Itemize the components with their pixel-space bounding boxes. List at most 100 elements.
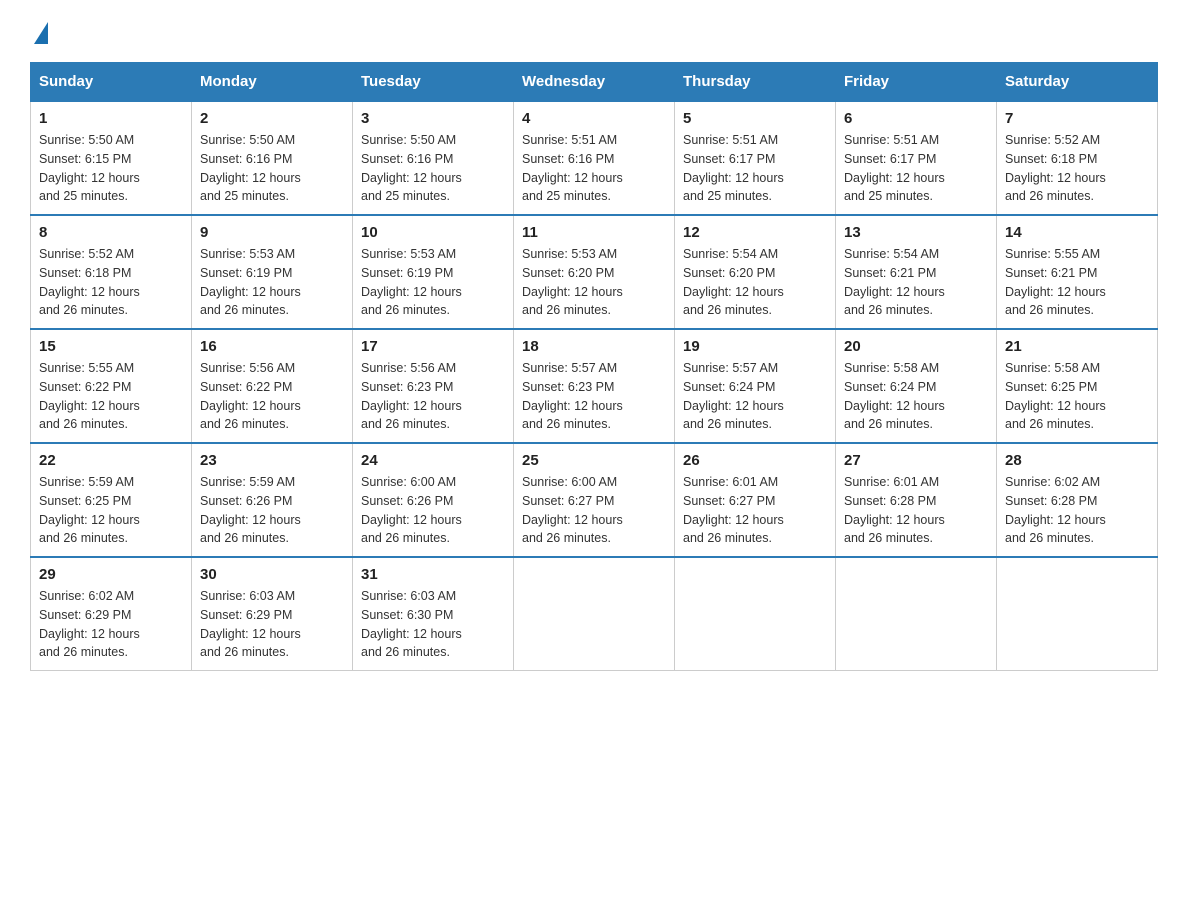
- day-number: 16: [200, 338, 344, 355]
- calendar-cell: 22 Sunrise: 5:59 AMSunset: 6:25 PMDaylig…: [31, 443, 192, 557]
- day-number: 14: [1005, 224, 1149, 241]
- calendar-cell: 9 Sunrise: 5:53 AMSunset: 6:19 PMDayligh…: [192, 215, 353, 329]
- calendar-cell: [514, 557, 675, 671]
- day-info: Sunrise: 5:50 AMSunset: 6:16 PMDaylight:…: [361, 133, 462, 203]
- day-info: Sunrise: 5:57 AMSunset: 6:23 PMDaylight:…: [522, 361, 623, 431]
- day-info: Sunrise: 5:55 AMSunset: 6:22 PMDaylight:…: [39, 361, 140, 431]
- logo-triangle-icon: [34, 22, 48, 44]
- calendar-cell: [675, 557, 836, 671]
- calendar-cell: 20 Sunrise: 5:58 AMSunset: 6:24 PMDaylig…: [836, 329, 997, 443]
- header: [30, 20, 1158, 42]
- day-number: 1: [39, 110, 183, 127]
- calendar-cell: 8 Sunrise: 5:52 AMSunset: 6:18 PMDayligh…: [31, 215, 192, 329]
- day-number: 12: [683, 224, 827, 241]
- day-number: 17: [361, 338, 505, 355]
- day-info: Sunrise: 5:52 AMSunset: 6:18 PMDaylight:…: [1005, 133, 1106, 203]
- day-number: 31: [361, 566, 505, 583]
- calendar-cell: 6 Sunrise: 5:51 AMSunset: 6:17 PMDayligh…: [836, 101, 997, 215]
- day-number: 28: [1005, 452, 1149, 469]
- day-number: 6: [844, 110, 988, 127]
- calendar-body: 1 Sunrise: 5:50 AMSunset: 6:15 PMDayligh…: [31, 101, 1158, 671]
- day-number: 10: [361, 224, 505, 241]
- day-info: Sunrise: 6:00 AMSunset: 6:26 PMDaylight:…: [361, 475, 462, 545]
- day-info: Sunrise: 5:51 AMSunset: 6:17 PMDaylight:…: [683, 133, 784, 203]
- calendar-header-sunday: Sunday: [31, 63, 192, 102]
- calendar-header-wednesday: Wednesday: [514, 63, 675, 102]
- calendar-week-row: 1 Sunrise: 5:50 AMSunset: 6:15 PMDayligh…: [31, 101, 1158, 215]
- day-info: Sunrise: 5:59 AMSunset: 6:25 PMDaylight:…: [39, 475, 140, 545]
- calendar-cell: 24 Sunrise: 6:00 AMSunset: 6:26 PMDaylig…: [353, 443, 514, 557]
- calendar-cell: 29 Sunrise: 6:02 AMSunset: 6:29 PMDaylig…: [31, 557, 192, 671]
- day-info: Sunrise: 6:01 AMSunset: 6:27 PMDaylight:…: [683, 475, 784, 545]
- day-number: 9: [200, 224, 344, 241]
- calendar-cell: 4 Sunrise: 5:51 AMSunset: 6:16 PMDayligh…: [514, 101, 675, 215]
- calendar-header-tuesday: Tuesday: [353, 63, 514, 102]
- day-info: Sunrise: 6:03 AMSunset: 6:29 PMDaylight:…: [200, 589, 301, 659]
- day-number: 21: [1005, 338, 1149, 355]
- calendar-cell: 18 Sunrise: 5:57 AMSunset: 6:23 PMDaylig…: [514, 329, 675, 443]
- calendar-cell: 16 Sunrise: 5:56 AMSunset: 6:22 PMDaylig…: [192, 329, 353, 443]
- calendar-cell: 3 Sunrise: 5:50 AMSunset: 6:16 PMDayligh…: [353, 101, 514, 215]
- day-info: Sunrise: 5:58 AMSunset: 6:25 PMDaylight:…: [1005, 361, 1106, 431]
- day-info: Sunrise: 5:52 AMSunset: 6:18 PMDaylight:…: [39, 247, 140, 317]
- day-number: 30: [200, 566, 344, 583]
- day-info: Sunrise: 5:58 AMSunset: 6:24 PMDaylight:…: [844, 361, 945, 431]
- calendar-header-monday: Monday: [192, 63, 353, 102]
- calendar-cell: 25 Sunrise: 6:00 AMSunset: 6:27 PMDaylig…: [514, 443, 675, 557]
- day-number: 4: [522, 110, 666, 127]
- day-number: 2: [200, 110, 344, 127]
- day-number: 7: [1005, 110, 1149, 127]
- calendar-cell: 19 Sunrise: 5:57 AMSunset: 6:24 PMDaylig…: [675, 329, 836, 443]
- calendar-cell: 30 Sunrise: 6:03 AMSunset: 6:29 PMDaylig…: [192, 557, 353, 671]
- day-info: Sunrise: 6:02 AMSunset: 6:28 PMDaylight:…: [1005, 475, 1106, 545]
- day-info: Sunrise: 5:56 AMSunset: 6:23 PMDaylight:…: [361, 361, 462, 431]
- day-number: 13: [844, 224, 988, 241]
- calendar-cell: 7 Sunrise: 5:52 AMSunset: 6:18 PMDayligh…: [997, 101, 1158, 215]
- day-number: 22: [39, 452, 183, 469]
- day-info: Sunrise: 5:50 AMSunset: 6:16 PMDaylight:…: [200, 133, 301, 203]
- day-number: 20: [844, 338, 988, 355]
- day-number: 15: [39, 338, 183, 355]
- day-info: Sunrise: 6:00 AMSunset: 6:27 PMDaylight:…: [522, 475, 623, 545]
- calendar-cell: 31 Sunrise: 6:03 AMSunset: 6:30 PMDaylig…: [353, 557, 514, 671]
- day-info: Sunrise: 5:50 AMSunset: 6:15 PMDaylight:…: [39, 133, 140, 203]
- calendar-week-row: 8 Sunrise: 5:52 AMSunset: 6:18 PMDayligh…: [31, 215, 1158, 329]
- day-info: Sunrise: 5:53 AMSunset: 6:19 PMDaylight:…: [361, 247, 462, 317]
- day-number: 25: [522, 452, 666, 469]
- day-info: Sunrise: 6:01 AMSunset: 6:28 PMDaylight:…: [844, 475, 945, 545]
- day-number: 8: [39, 224, 183, 241]
- day-number: 23: [200, 452, 344, 469]
- day-info: Sunrise: 5:53 AMSunset: 6:19 PMDaylight:…: [200, 247, 301, 317]
- day-number: 5: [683, 110, 827, 127]
- day-info: Sunrise: 5:53 AMSunset: 6:20 PMDaylight:…: [522, 247, 623, 317]
- calendar-cell: 28 Sunrise: 6:02 AMSunset: 6:28 PMDaylig…: [997, 443, 1158, 557]
- calendar-cell: 10 Sunrise: 5:53 AMSunset: 6:19 PMDaylig…: [353, 215, 514, 329]
- day-info: Sunrise: 6:02 AMSunset: 6:29 PMDaylight:…: [39, 589, 140, 659]
- calendar-table: SundayMondayTuesdayWednesdayThursdayFrid…: [30, 62, 1158, 671]
- day-info: Sunrise: 5:51 AMSunset: 6:17 PMDaylight:…: [844, 133, 945, 203]
- calendar-week-row: 15 Sunrise: 5:55 AMSunset: 6:22 PMDaylig…: [31, 329, 1158, 443]
- calendar-header-friday: Friday: [836, 63, 997, 102]
- day-info: Sunrise: 6:03 AMSunset: 6:30 PMDaylight:…: [361, 589, 462, 659]
- calendar-cell: 11 Sunrise: 5:53 AMSunset: 6:20 PMDaylig…: [514, 215, 675, 329]
- calendar-cell: 1 Sunrise: 5:50 AMSunset: 6:15 PMDayligh…: [31, 101, 192, 215]
- calendar-week-row: 22 Sunrise: 5:59 AMSunset: 6:25 PMDaylig…: [31, 443, 1158, 557]
- calendar-cell: [997, 557, 1158, 671]
- logo-blue: [30, 20, 48, 42]
- day-info: Sunrise: 5:56 AMSunset: 6:22 PMDaylight:…: [200, 361, 301, 431]
- calendar-cell: 26 Sunrise: 6:01 AMSunset: 6:27 PMDaylig…: [675, 443, 836, 557]
- calendar-header-saturday: Saturday: [997, 63, 1158, 102]
- calendar-cell: 17 Sunrise: 5:56 AMSunset: 6:23 PMDaylig…: [353, 329, 514, 443]
- day-info: Sunrise: 5:59 AMSunset: 6:26 PMDaylight:…: [200, 475, 301, 545]
- day-info: Sunrise: 5:51 AMSunset: 6:16 PMDaylight:…: [522, 133, 623, 203]
- logo: [30, 20, 48, 42]
- day-number: 3: [361, 110, 505, 127]
- calendar-header-row: SundayMondayTuesdayWednesdayThursdayFrid…: [31, 63, 1158, 102]
- day-number: 19: [683, 338, 827, 355]
- calendar-cell: 12 Sunrise: 5:54 AMSunset: 6:20 PMDaylig…: [675, 215, 836, 329]
- calendar-cell: [836, 557, 997, 671]
- calendar-cell: 27 Sunrise: 6:01 AMSunset: 6:28 PMDaylig…: [836, 443, 997, 557]
- calendar-cell: 14 Sunrise: 5:55 AMSunset: 6:21 PMDaylig…: [997, 215, 1158, 329]
- day-number: 27: [844, 452, 988, 469]
- day-number: 24: [361, 452, 505, 469]
